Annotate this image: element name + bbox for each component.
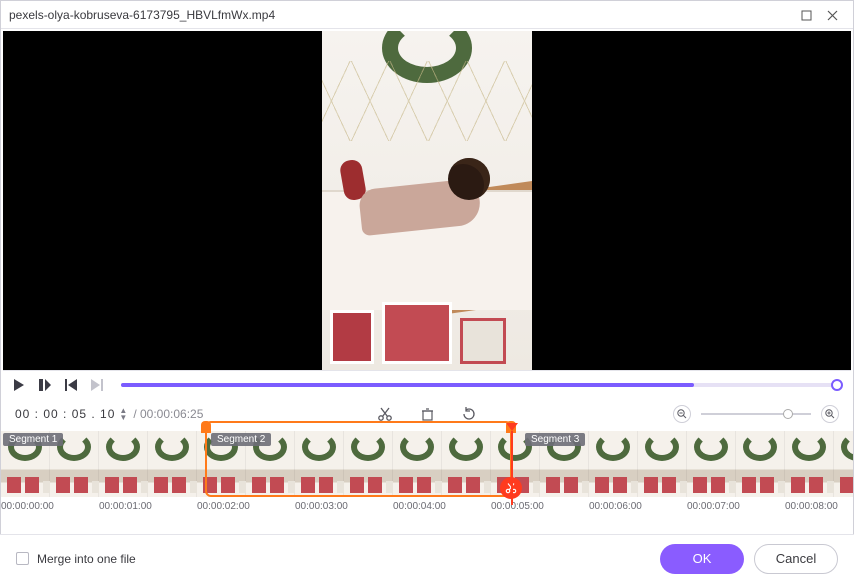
tick-label: 00:00:03:00 [295,501,393,512]
transport-bar [1,373,853,397]
maximize-icon[interactable] [793,8,819,22]
tick-label: 00:00:02:00 [197,501,295,512]
trash-icon[interactable] [418,405,436,423]
duration: / 00:00:06:25 [133,407,203,421]
timeline-thumb[interactable] [589,431,638,497]
timeline-thumb[interactable] [99,431,148,497]
timeline-thumb[interactable] [687,431,736,497]
timeline-thumb[interactable] [295,431,344,497]
timeline-thumb[interactable] [393,431,442,497]
tick-label: 00:00:06:00 [589,501,687,512]
cancel-button[interactable]: Cancel [754,544,838,574]
window-title: pexels-olya-kobruseva-6173795_HBVLfmWx.m… [9,8,793,22]
ok-button[interactable]: OK [660,544,744,574]
timeline-thumb[interactable] [344,431,393,497]
timeline[interactable]: Segment 1 Segment 2 Segment 3 00:00:00:0… [1,431,853,518]
time-stepper[interactable]: ▲▼ [119,407,127,421]
zoom-in-button[interactable] [821,405,839,423]
zoom-slider[interactable] [701,413,811,415]
timeline-thumb[interactable] [246,431,295,497]
tick-label: 00:00:05:00 [491,501,589,512]
footer-bar: Merge into one file OK Cancel [0,534,854,582]
stop-button[interactable] [37,377,53,393]
timeline-thumb[interactable] [197,431,246,497]
play-button[interactable] [11,377,27,393]
tick-label: 00:00:07:00 [687,501,785,512]
timeline-thumb[interactable] [50,431,99,497]
timeline-thumb[interactable] [736,431,785,497]
edit-toolbar: 00 : 00 : 05 . 10 ▲▼ / 00:00:06:25 [1,397,853,431]
seek-bar[interactable] [121,383,837,387]
timeline-thumb[interactable] [785,431,834,497]
time-ruler: 00:00:00:0000:00:01:0000:00:02:0000:00:0… [1,497,853,518]
tick-label: 00:00:00:00 [1,501,99,512]
merge-checkbox[interactable] [16,552,29,565]
timeline-thumb[interactable] [148,431,197,497]
playhead[interactable] [506,423,518,431]
timeline-thumb[interactable] [442,431,491,497]
rotate-icon[interactable] [460,405,478,423]
preview-frame [322,31,532,370]
seek-knob[interactable] [831,379,843,391]
merge-label: Merge into one file [37,552,136,566]
prev-frame-button[interactable] [63,377,79,393]
timeline-thumb[interactable] [638,431,687,497]
title-bar: pexels-olya-kobruseva-6173795_HBVLfmWx.m… [1,1,853,29]
zoom-out-button[interactable] [673,405,691,423]
close-icon[interactable] [819,8,845,22]
timeline-thumb[interactable] [1,431,50,497]
tick-label: 00:00:01:00 [99,501,197,512]
tick-label: 00:00:08:00 [785,501,854,512]
current-time: 00 : 00 : 05 . 10 [15,407,115,421]
time-input[interactable]: 00 : 00 : 05 . 10 ▲▼ / 00:00:06:25 [15,407,203,421]
timeline-thumb[interactable] [540,431,589,497]
video-preview [3,31,851,371]
zoom-knob[interactable] [783,409,793,419]
timeline-thumb[interactable] [834,431,853,497]
scissors-icon[interactable] [376,405,394,423]
tick-label: 00:00:04:00 [393,501,491,512]
next-frame-button[interactable] [89,377,105,393]
